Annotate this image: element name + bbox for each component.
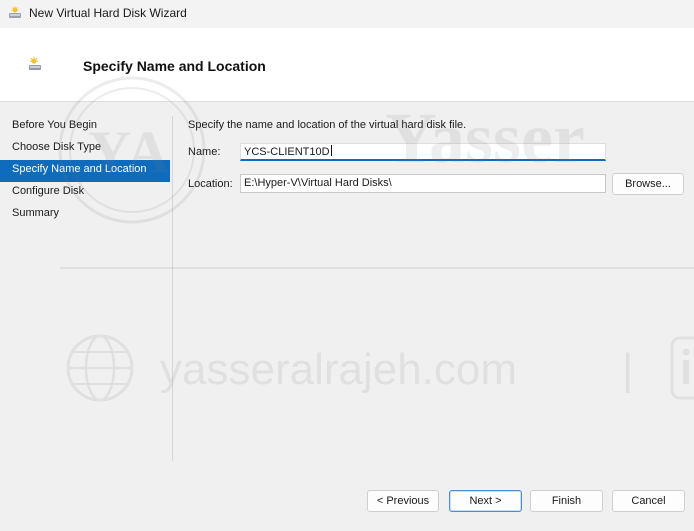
next-button[interactable]: Next > xyxy=(449,490,522,512)
location-label: Location: xyxy=(188,178,233,190)
nav-step-before-you-begin[interactable]: Before You Begin xyxy=(0,116,170,138)
wizard-header: Specify Name and Location xyxy=(0,28,694,102)
text-caret xyxy=(330,145,332,156)
cancel-button[interactable]: Cancel xyxy=(612,490,685,512)
nav-step-specify-name-and-location[interactable]: Specify Name and Location xyxy=(0,160,170,182)
title-bar: New Virtual Hard Disk Wizard xyxy=(0,0,694,28)
name-input-value: YCS-CLIENT10D xyxy=(244,146,330,158)
location-input-value: E:\Hyper-V\Virtual Hard Disks\ xyxy=(244,177,392,189)
finish-button[interactable]: Finish xyxy=(530,490,603,512)
location-input[interactable]: E:\Hyper-V\Virtual Hard Disks\ xyxy=(240,174,606,193)
window-title: New Virtual Hard Disk Wizard xyxy=(29,6,187,20)
watermark-name-text: Yasser xyxy=(385,98,585,178)
page-title: Specify Name and Location xyxy=(83,58,266,74)
globe-icon xyxy=(66,334,134,402)
linkedin-icon xyxy=(670,336,694,400)
name-input[interactable]: YCS-CLIENT10D xyxy=(240,143,606,161)
name-label: Name: xyxy=(188,146,221,158)
browse-button[interactable]: Browse... xyxy=(612,173,684,195)
nav-step-configure-disk[interactable]: Configure Disk xyxy=(0,182,170,204)
instruction-text: Specify the name and location of the vir… xyxy=(188,119,467,131)
nav-divider xyxy=(172,116,173,461)
previous-button[interactable]: < Previous xyxy=(367,490,439,512)
watermark-separator: | xyxy=(622,345,633,394)
nav-step-choose-disk-type[interactable]: Choose Disk Type xyxy=(0,138,170,160)
wizard-steps-nav: Before You Begin Choose Disk Type Specif… xyxy=(0,116,170,226)
nav-step-summary[interactable]: Summary xyxy=(0,204,170,226)
disk-wizard-icon xyxy=(9,6,21,18)
watermark-site-text: yasseralrajeh.com xyxy=(160,345,517,394)
disk-wizard-icon xyxy=(29,56,41,70)
